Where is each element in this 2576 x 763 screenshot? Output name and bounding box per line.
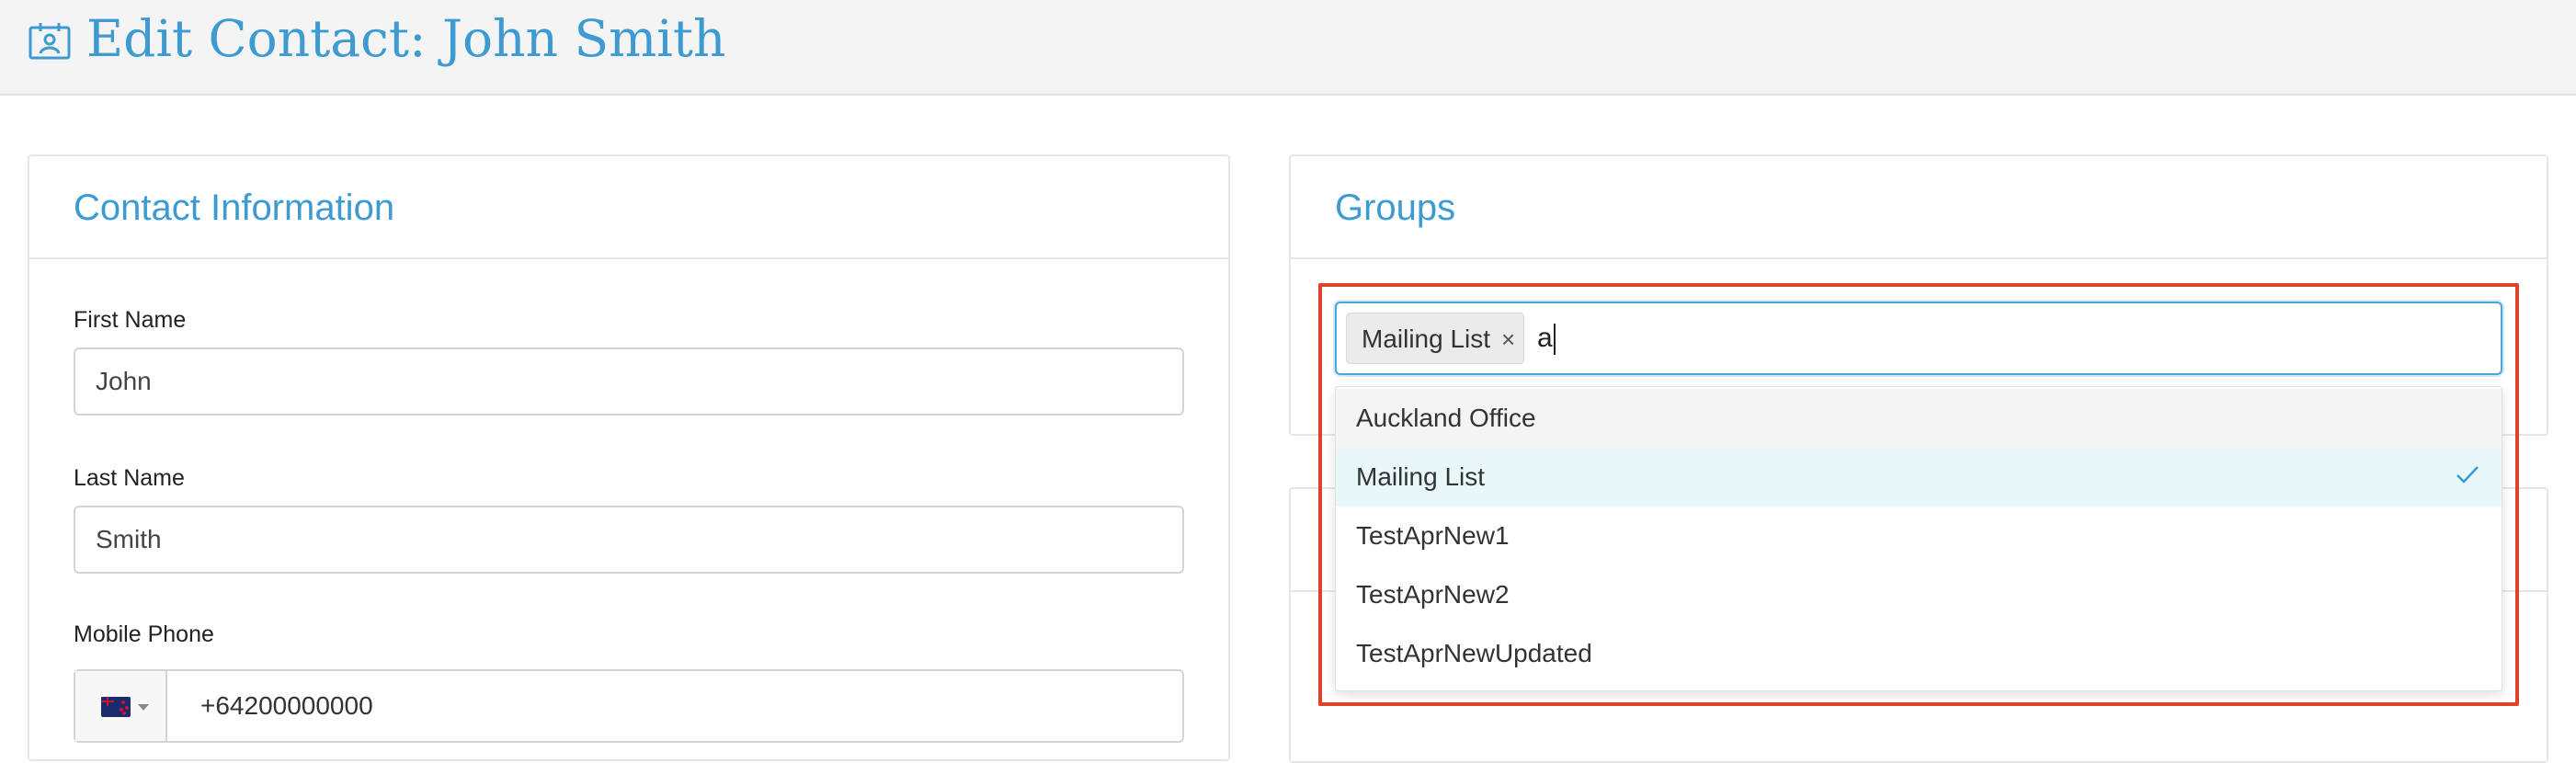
- option-label: TestAprNew1: [1356, 521, 1510, 550]
- option-testaprnew2[interactable]: TestAprNew2: [1336, 565, 2502, 624]
- tag-remove-icon[interactable]: ×: [1501, 313, 1515, 365]
- groups-dropdown: Auckland Office Mailing List TestAprNew1…: [1335, 386, 2502, 691]
- card-title: Contact Information: [74, 188, 395, 228]
- text-cursor: [1554, 324, 1556, 355]
- option-testaprnewupdated[interactable]: TestAprNewUpdated: [1336, 624, 2502, 683]
- option-testaprnew1[interactable]: TestAprNew1: [1336, 507, 2502, 565]
- tag-label: Mailing List: [1362, 325, 1491, 353]
- card-header: Groups: [1291, 156, 2547, 259]
- option-label: TestAprNew2: [1356, 580, 1510, 609]
- card-title: Groups: [1335, 188, 1456, 228]
- first-name-input[interactable]: John: [74, 347, 1184, 416]
- option-label: Auckland Office: [1356, 404, 1536, 432]
- option-auckland-office[interactable]: Auckland Office: [1336, 389, 2502, 448]
- last-name-input[interactable]: Smith: [74, 506, 1184, 574]
- country-code-select[interactable]: [75, 671, 167, 741]
- option-label: TestAprNewUpdated: [1356, 639, 1592, 667]
- mobile-phone-label: Mobile Phone: [74, 621, 214, 647]
- mobile-phone-field: +64200000000: [74, 669, 1184, 743]
- last-name-label: Last Name: [74, 465, 185, 491]
- groups-search-input[interactable]: a: [1537, 303, 1553, 373]
- contact-information-card: Contact Information First Name John Last…: [28, 154, 1230, 761]
- check-icon: [2456, 466, 2479, 484]
- groups-multiselect[interactable]: Mailing List × a: [1335, 302, 2502, 375]
- mobile-phone-input[interactable]: +64200000000: [200, 671, 373, 741]
- page-title: Edit Contact: John Smith: [86, 9, 726, 68]
- contact-card-icon: [28, 23, 71, 60]
- selected-group-tag: Mailing List ×: [1346, 313, 1524, 364]
- option-label: Mailing List: [1356, 462, 1486, 491]
- card-header: Contact Information: [29, 156, 1228, 259]
- page-header: Edit Contact: John Smith: [0, 0, 2576, 96]
- new-zealand-flag-icon: [101, 697, 131, 717]
- option-mailing-list[interactable]: Mailing List: [1336, 448, 2502, 507]
- caret-down-icon: [138, 704, 149, 711]
- first-name-label: First Name: [74, 307, 187, 333]
